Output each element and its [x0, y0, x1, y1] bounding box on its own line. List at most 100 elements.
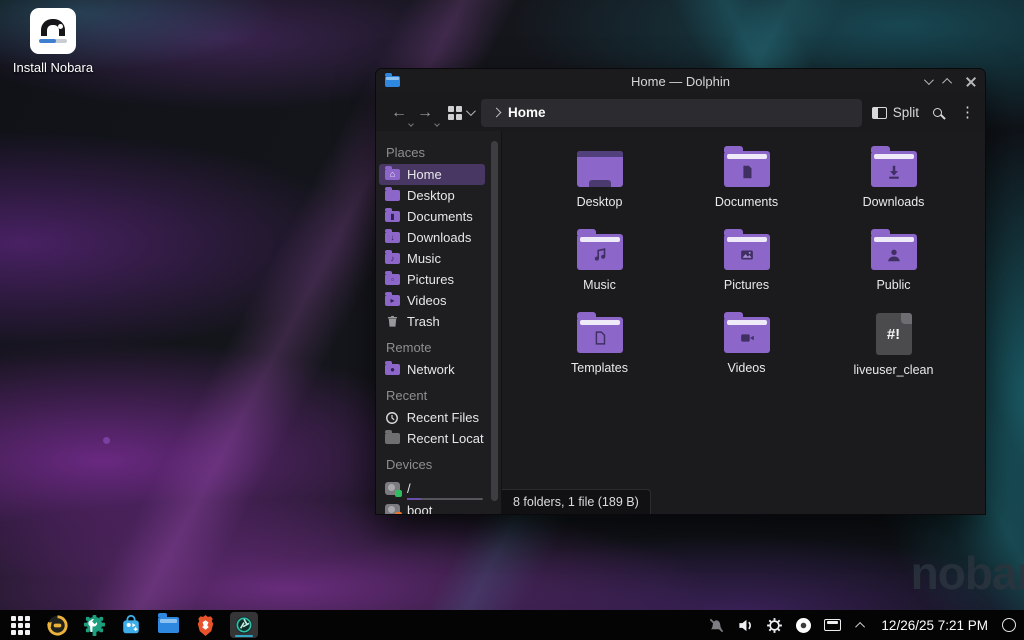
home-folder-icon: ⌂	[385, 169, 400, 180]
sidebar-scrollbar[interactable]	[491, 141, 498, 501]
section-recent: Recent	[376, 380, 488, 407]
pictures-folder-icon: ▫	[385, 274, 400, 285]
file-item-downloads[interactable]: Downloads	[820, 143, 967, 226]
nobara-logo-icon	[41, 19, 65, 36]
file-item-pictures[interactable]: Pictures	[673, 226, 820, 309]
split-view-icon	[872, 107, 887, 119]
driver-manager-button[interactable]	[82, 613, 106, 637]
discover-store-button[interactable]	[119, 613, 143, 637]
file-item-music[interactable]: Music	[526, 226, 673, 309]
places-panel: Places ⌂ Home Desktop ▮ Documents ↓	[376, 131, 502, 514]
volume-icon[interactable]	[736, 616, 754, 634]
nobara-installer-icon	[30, 8, 76, 54]
file-item-documents[interactable]: Documents	[673, 143, 820, 226]
aperture-icon	[234, 615, 254, 635]
window-title: Home — Dolphin	[376, 74, 985, 89]
minimize-icon[interactable]	[924, 75, 934, 85]
sidebar-item-recent-locations[interactable]: Recent Locat…	[379, 428, 485, 449]
app-launcher-button[interactable]	[8, 613, 32, 637]
forward-button[interactable]: →	[412, 103, 438, 123]
sidebar-item-videos[interactable]: ▸ Videos	[379, 290, 485, 311]
folder-icon-downloads	[871, 151, 917, 187]
sidebar-item-documents[interactable]: ▮ Documents	[379, 206, 485, 227]
sidebar-item-recent-files[interactable]: Recent Files	[379, 407, 485, 428]
trash-icon	[385, 315, 400, 328]
install-nobara-shortcut[interactable]: Install Nobara	[8, 8, 98, 75]
sidebar-item-network[interactable]: ● Network	[379, 359, 485, 380]
file-item-liveuser-clean[interactable]: #! liveuser_clean	[820, 309, 967, 392]
folder-icon-videos	[724, 317, 770, 353]
overflow-menu-icon[interactable]: ⋮	[960, 105, 975, 120]
settings-gear-icon[interactable]	[765, 616, 783, 634]
file-item-templates[interactable]: Templates	[526, 309, 673, 392]
installer-progress-bar	[39, 39, 67, 43]
disk-icon	[385, 504, 400, 514]
folder-icon-public	[871, 234, 917, 270]
sidebar-item-root-fs[interactable]: /	[379, 476, 485, 500]
split-button[interactable]: Split	[872, 105, 919, 120]
sidebar-item-pictures[interactable]: ▫ Pictures	[379, 269, 485, 290]
screen-recorder-button[interactable]	[230, 612, 258, 638]
breadcrumb-home[interactable]: Home	[508, 105, 546, 120]
titlebar[interactable]: Home — Dolphin	[376, 69, 985, 94]
nobara-updater-button[interactable]	[45, 613, 69, 637]
file-manager-icon	[158, 617, 179, 633]
active-indicator	[235, 635, 253, 637]
notifications-muted-icon[interactable]	[707, 616, 725, 634]
network-icon: ●	[385, 364, 400, 375]
location-bar[interactable]: Home	[481, 99, 862, 127]
folder-icon-templates	[577, 317, 623, 353]
shell-script-icon: #!	[876, 313, 912, 355]
clock-icon	[385, 411, 400, 425]
nobara-watermark: nobara	[911, 546, 1024, 600]
search-icon[interactable]	[933, 108, 942, 117]
folder-icon-desktop	[577, 151, 623, 187]
show-desktop-button[interactable]	[1002, 618, 1016, 632]
wallpaper-dot	[103, 437, 110, 444]
file-item-public[interactable]: Public	[820, 226, 967, 309]
sidebar-item-trash[interactable]: Trash	[379, 311, 485, 332]
dolphin-taskbar-button[interactable]	[156, 613, 180, 637]
folder-icon-pictures	[724, 234, 770, 270]
disk-icon	[385, 482, 400, 495]
view-mode-icon[interactable]	[448, 106, 462, 120]
sidebar-item-home[interactable]: ⌂ Home	[379, 164, 485, 185]
toolbar: ← → Home Split ⋮	[376, 94, 985, 131]
dolphin-window: Home — Dolphin ← → Home Split ⋮	[375, 68, 986, 515]
section-devices: Devices	[376, 449, 488, 476]
record-disc-icon[interactable]	[794, 616, 812, 634]
recent-locations-icon	[385, 433, 400, 444]
brave-browser-button[interactable]	[193, 613, 217, 637]
back-button[interactable]: ←	[386, 103, 412, 123]
section-remote: Remote	[376, 332, 488, 359]
expand-tray-icon[interactable]	[852, 616, 870, 634]
folder-icon-documents	[724, 151, 770, 187]
breadcrumb-chevron-icon	[492, 108, 502, 118]
desktop-screen: nobara Install Nobara Home — Dolphin ← →	[0, 0, 1024, 640]
shopping-bag-icon	[120, 614, 142, 636]
section-places: Places	[376, 137, 488, 164]
view-mode-chevron-icon[interactable]	[466, 106, 476, 116]
maximize-icon[interactable]	[942, 78, 952, 88]
sidebar-item-downloads[interactable]: ↓ Downloads	[379, 227, 485, 248]
sidebar-item-desktop[interactable]: Desktop	[379, 185, 485, 206]
downloads-folder-icon: ↓	[385, 232, 400, 243]
shortcut-label: Install Nobara	[8, 60, 98, 75]
file-item-videos[interactable]: Videos	[673, 309, 820, 392]
videos-folder-icon: ▸	[385, 295, 400, 306]
taskbar: 12/26/25 7:21 PM	[0, 610, 1024, 640]
file-item-desktop[interactable]: Desktop	[526, 143, 673, 226]
documents-folder-icon: ▮	[385, 211, 400, 222]
update-arrow-icon	[46, 614, 69, 637]
input-window-icon[interactable]	[823, 616, 841, 634]
brave-shield-icon	[195, 614, 216, 637]
music-folder-icon: ♪	[385, 253, 400, 264]
clock[interactable]: 12/26/25 7:21 PM	[881, 618, 988, 633]
app-grid-icon	[11, 616, 30, 635]
folder-view[interactable]: Desktop Documents Downloads	[502, 131, 985, 514]
sidebar-item-music[interactable]: ♪ Music	[379, 248, 485, 269]
sidebar-item-boot[interactable]: boot	[379, 500, 485, 514]
close-icon[interactable]	[966, 77, 976, 87]
status-bar: 8 folders, 1 file (189 B)	[502, 489, 651, 514]
desktop-folder-icon	[385, 190, 400, 201]
